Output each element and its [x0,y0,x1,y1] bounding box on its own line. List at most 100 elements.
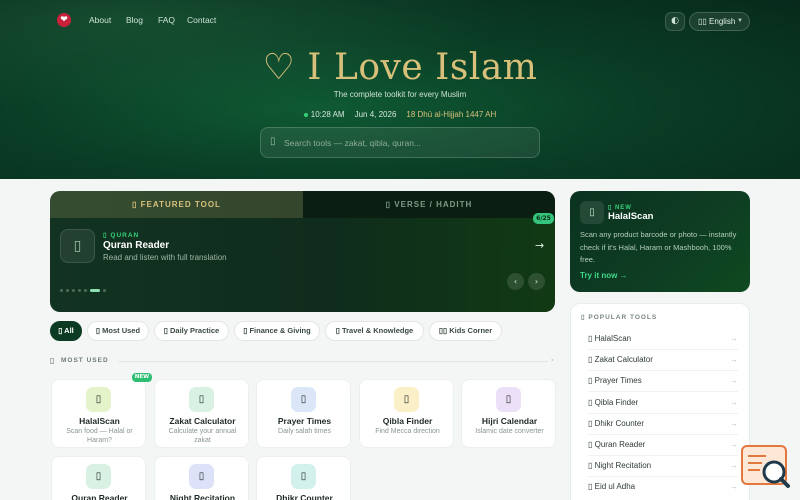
popular-tool-label: ▯ Eid ul Adha [588,482,636,492]
carousel-next-button[interactable]: › [528,273,545,290]
filter-daily-practice[interactable]: ▯ Daily Practice [154,321,229,341]
tool-description: Calculate your annual zakat [168,428,237,444]
filter-all[interactable]: ▯ All [50,321,82,341]
current-date: Jun 4, 2026 [354,110,397,119]
carousel-dot[interactable] [103,289,106,292]
nav-link-faq[interactable]: FAQ [158,15,175,25]
section-more-icon[interactable]: › [551,356,554,364]
nav-link-blog[interactable]: Blog [126,15,143,25]
tool-description: Islamic date converter [475,428,544,435]
tool-name: Zakat Calculator [169,416,236,426]
carousel-dot[interactable] [78,289,81,292]
tool-icon: ▯ [86,387,111,412]
tool-icon: ▯ [291,464,316,489]
tool-description: Scan food — Halal or Haram? [66,428,133,444]
arrow-right-icon: → [730,482,738,492]
carousel-dot[interactable] [84,289,87,292]
arrow-right-icon: → [730,334,738,343]
filter-finance-giving[interactable]: ▯ Finance & Giving [234,321,320,341]
tool-name: Qibla Finder [382,416,433,426]
carousel-dot[interactable] [72,289,75,292]
nav-link-about[interactable]: About [89,15,111,25]
filter-travel-knowledge[interactable]: ▯ Travel & Knowledge [325,321,424,341]
tool-card[interactable]: ▯ Dhikr Counter [256,456,351,500]
filter-most-used[interactable]: ▯ Most Used [87,321,149,341]
tool-icon: ▯ [394,387,419,412]
tool-card[interactable]: ▯ Quran Reader [51,456,146,500]
arrow-right-icon: → [730,355,738,365]
popular-tool-item[interactable]: ▯ Dhikr Counter → [588,419,738,435]
halalscan-title: HalalScan [608,211,654,222]
tool-card[interactable]: ▯ Qibla Finder Find Mecca direction [359,379,454,448]
popular-tool-label: ▯ Night Recitation [588,461,652,471]
tool-name: Night Recitation [169,493,236,500]
heart-logo-icon[interactable]: ❤ [57,13,71,27]
tool-card[interactable]: ▯ Hijri Calendar Islamic date converter [461,379,556,448]
scan-icon: ▯ [580,201,604,224]
tool-card[interactable]: ▯ Night Recitation [154,456,249,500]
tab-verse-hadith[interactable]: ▯ VERSE / HADITH [303,191,555,218]
section-title-most-used: MOST USED [61,357,109,364]
carousel-counter-badge: 6/25 [533,213,554,224]
search-icon: ▯ [270,136,276,147]
featured-description: Read and listen with full translation [103,253,227,262]
popular-tools-panel: ▯ POPULAR TOOLS ▯ HalalScan → ▯ Zakat Calc… [570,303,750,500]
halalscan-description: Scan any product barcode or photo — inst… [580,230,737,264]
tool-icon: ▯ [189,464,214,489]
search-bar[interactable]: ▯ [260,127,540,158]
tool-card[interactable]: ▯ HalalScan Scan food — Halal or Haram? NEW [51,373,152,448]
section-divider [118,361,548,362]
page-subtitle: The complete toolkit for every Muslim [333,90,467,99]
popular-tool-label: ▯ HalalScan [588,334,632,343]
popular-tool-label: ▯ Qibla Finder [588,397,639,407]
new-badge: ▯ NEW [608,205,632,211]
tool-icon: ▯ [291,387,316,412]
featured-open-arrow-icon[interactable]: → [535,239,544,252]
tool-card[interactable]: ▯ Zakat Calculator Calculate your annual z… [154,379,249,448]
tool-name: Prayer Times [277,416,332,426]
nav-link-contact[interactable]: Contact [187,15,216,25]
language-flag-icon: ▯▯ [698,17,707,26]
popular-tool-item[interactable]: ▯ Quran Reader → [588,440,738,456]
carousel-dot[interactable] [66,289,69,292]
popular-tool-item[interactable]: ▯ HalalScan → [588,334,738,350]
hero-meta: 10:28 AM Jun 4, 2026 18 Dhū al-Hijjah 1447… [0,110,800,119]
hijri-date: 18 Dhū al-Hijjah 1447 AH [406,110,497,119]
tool-description: Find Mecca direction [375,428,440,435]
popular-divider [588,349,738,350]
popular-divider [588,412,738,414]
popular-tool-item[interactable]: ▯ Qibla Finder → [588,398,738,414]
top-nav: ❤ About Blog FAQ Contact ◐ ▯▯ English ▼ [0,0,800,42]
carousel-prev-button[interactable]: ‹ [507,273,524,290]
carousel-dot[interactable] [60,289,63,292]
theme-toggle-icon[interactable]: ◐ [665,12,685,31]
help-search-fab-icon[interactable] [740,444,792,490]
search-input[interactable] [284,135,524,151]
arrow-right-icon: → [730,418,738,428]
popular-tool-item[interactable]: ▯ Zakat Calculator → [588,355,738,371]
featured-title[interactable]: Quran Reader [103,240,169,251]
popular-tool-item[interactable]: ▯ Eid ul Adha → [588,482,738,498]
arrow-right-icon: → [730,461,738,471]
popular-tools-title: ▯ POPULAR TOOLS [581,314,658,321]
tool-icon: ▯ [86,464,111,489]
filter-kids-corner[interactable]: ▯▯ Kids Corner [429,321,502,341]
language-selector[interactable]: ▯▯ English ▼ [689,12,750,31]
try-it-now-link[interactable]: Try it now → [580,271,628,280]
popular-divider [588,455,738,456]
tool-icon: ▯ [189,387,214,412]
featured-card: ▯ FEATURED TOOL ▯ VERSE / HADITH ▯ ▯ QUR… [50,191,555,312]
most-used-icon: ▯ [50,356,55,365]
carousel-dot-active[interactable] [90,289,100,292]
popular-tool-item[interactable]: ▯ Prayer Times → [588,376,738,392]
featured-category: ▯ QURAN [103,232,140,239]
popular-tool-item[interactable]: ▯ Night Recitation → [588,461,738,477]
page-title: ♡ I Love Islam [262,47,538,88]
tool-card[interactable]: ▯ Prayer Times Daily salah times [256,379,351,448]
popular-tool-label: ▯ Prayer Times [588,376,642,386]
help-search-graphic [741,445,790,488]
tab-featured-tool[interactable]: ▯ FEATURED TOOL [50,191,303,218]
arrow-right-icon: → [730,440,738,449]
popular-divider [588,476,738,478]
halalscan-promo-card[interactable]: ▯ ▯ NEW HalalScan Scan any product barco… [570,191,750,292]
